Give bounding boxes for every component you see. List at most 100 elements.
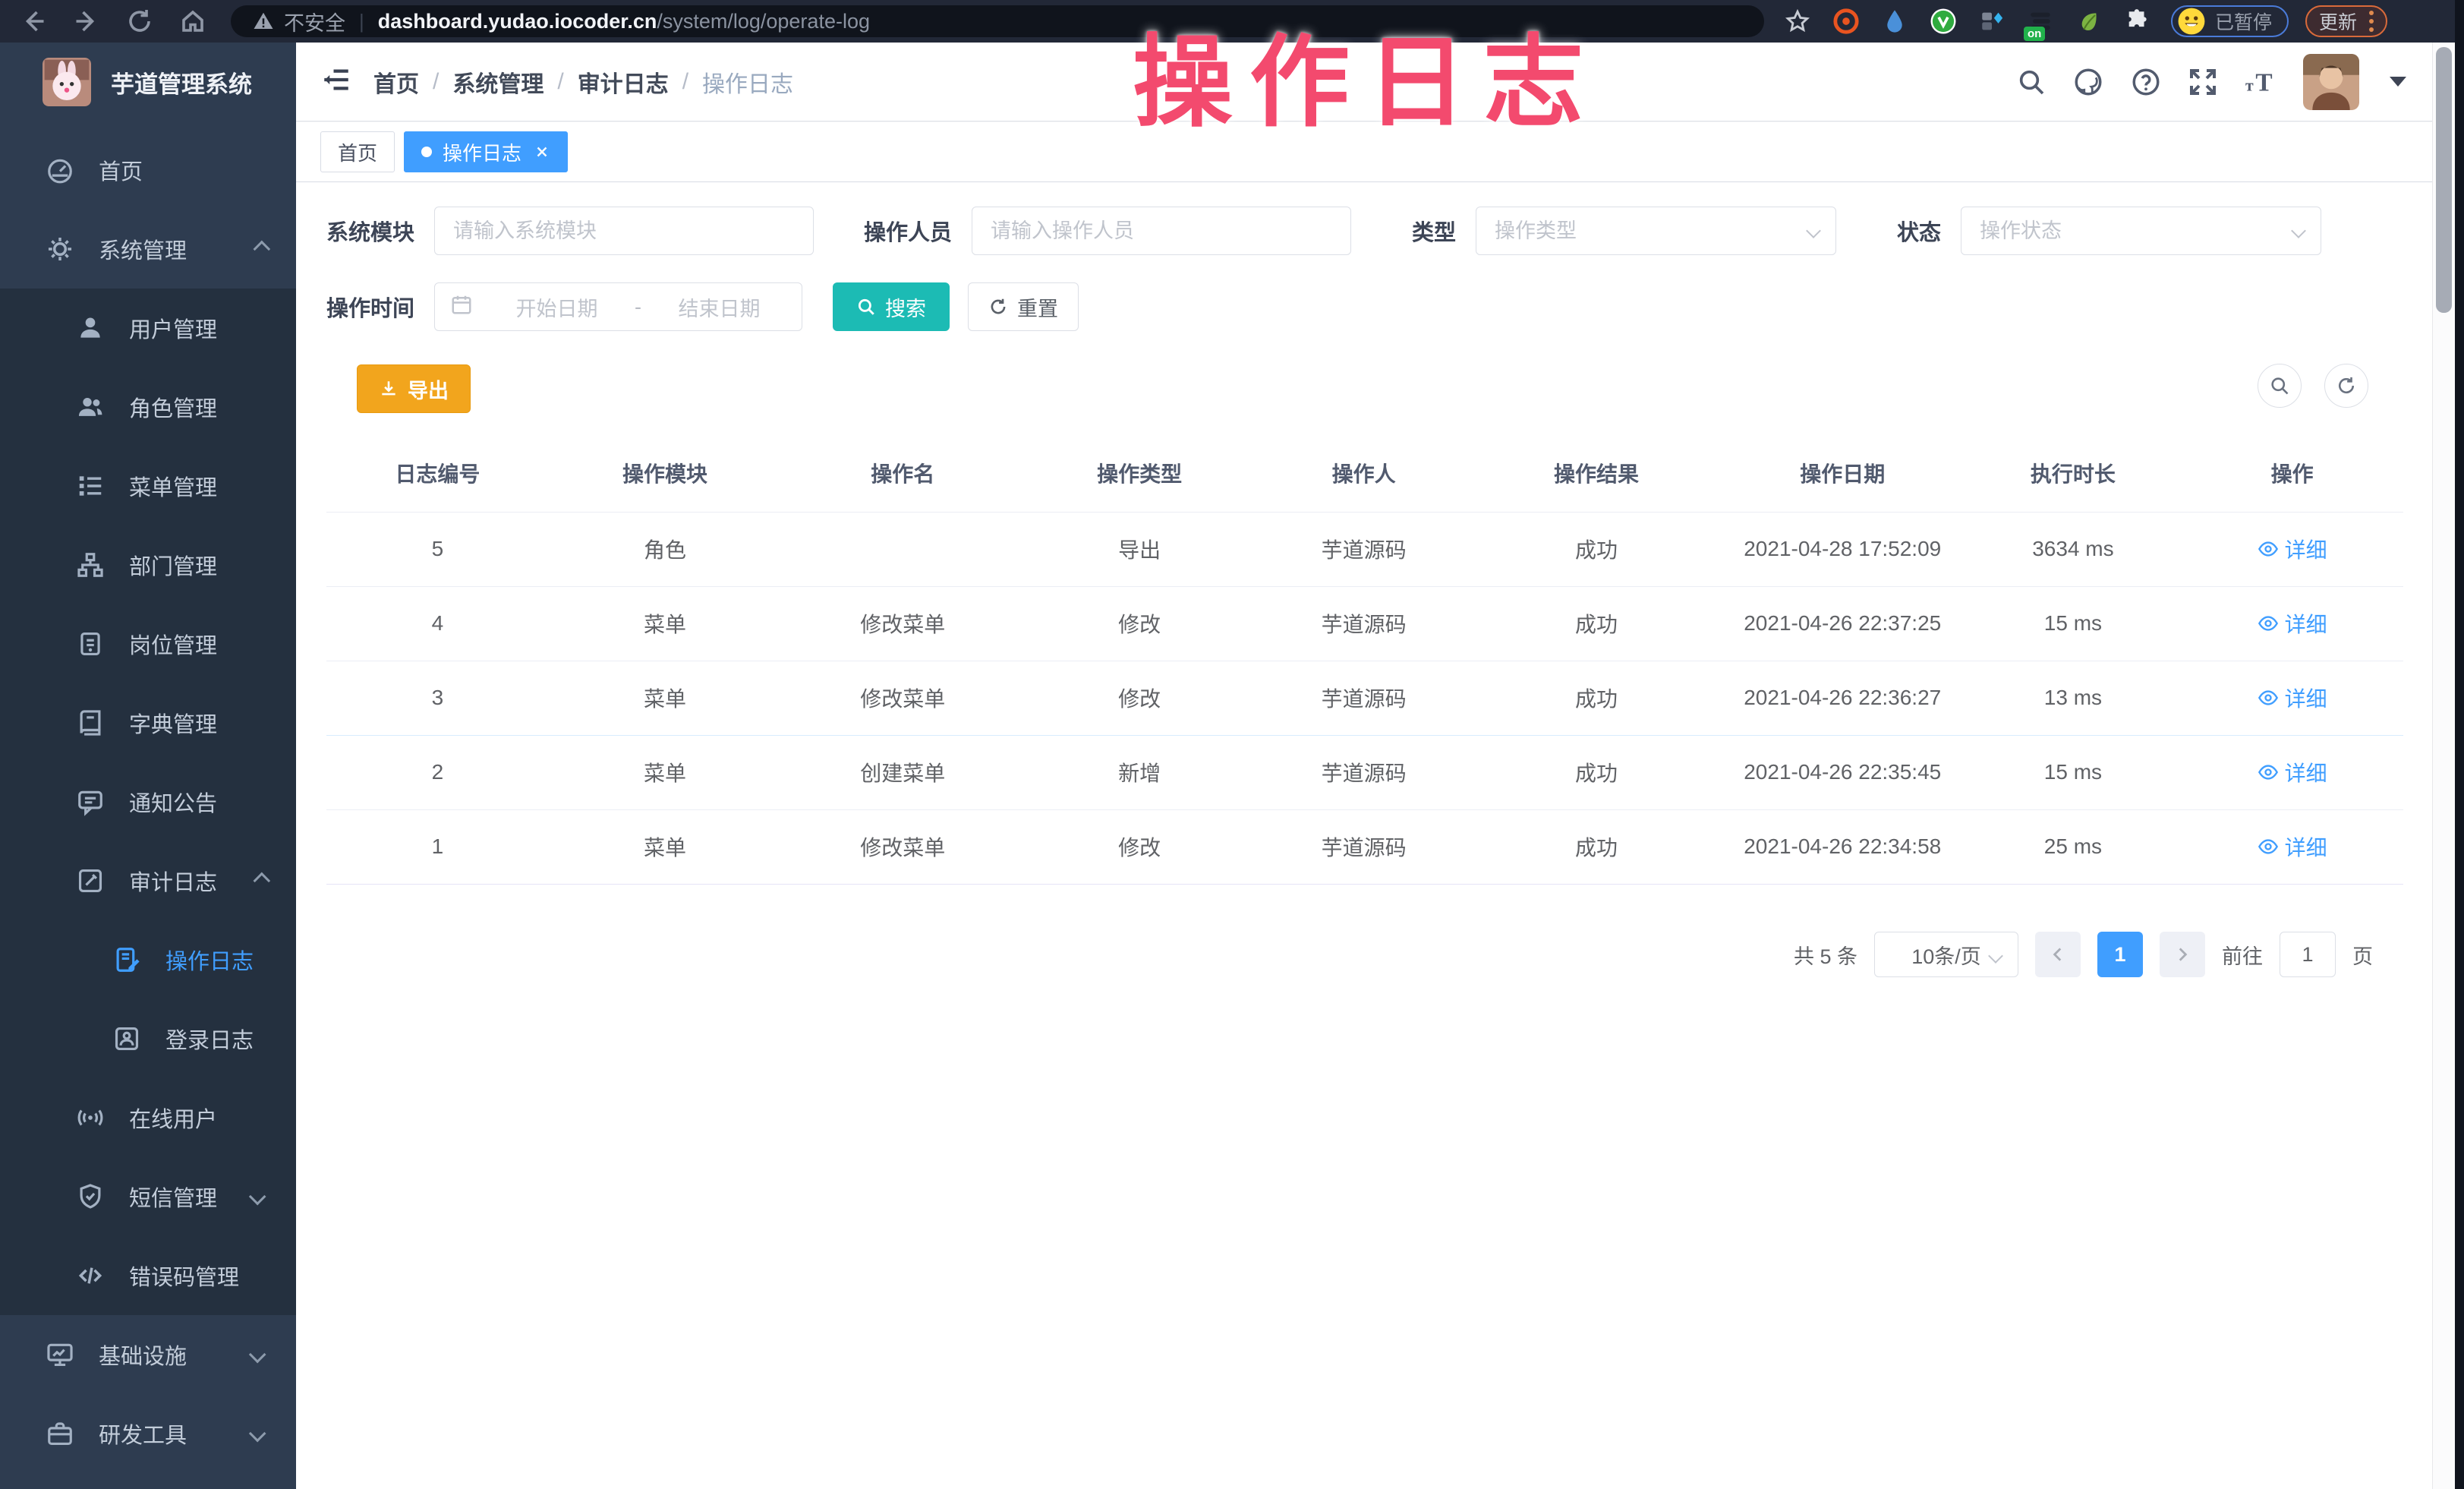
breadcrumb-home[interactable]: 首页 xyxy=(373,65,419,99)
tab-close-icon[interactable] xyxy=(534,144,550,160)
avatar-dropdown-caret-icon[interactable] xyxy=(2390,77,2406,87)
browser-back-icon[interactable] xyxy=(20,8,47,35)
detail-link[interactable]: 详细 xyxy=(2258,757,2327,787)
extensions-puzzle-icon[interactable] xyxy=(2124,8,2151,35)
bookmark-star-icon[interactable] xyxy=(1784,8,1811,35)
table-row: 3 菜单 修改菜单 修改 芋道源码 成功 2021-04-26 22:36:27… xyxy=(326,661,2403,735)
browser-forward-icon[interactable] xyxy=(73,8,100,35)
tab-operate-log[interactable]: 操作日志 xyxy=(404,131,568,172)
table-row: 4 菜单 修改菜单 修改 芋道源码 成功 2021-04-26 22:37:25… xyxy=(326,586,2403,661)
sidebar-item-user-mgmt[interactable]: 用户管理 xyxy=(0,289,296,368)
window-edge xyxy=(2455,0,2464,1489)
github-icon[interactable] xyxy=(2072,66,2104,98)
reset-button[interactable]: 重置 xyxy=(968,282,1079,331)
shield-icon xyxy=(76,1182,105,1211)
sidebar-item-operate-log[interactable]: 操作日志 xyxy=(0,920,296,999)
end-date-placeholder[interactable]: 结束日期 xyxy=(652,292,786,322)
scrollbar-track[interactable] xyxy=(2432,43,2455,1489)
sidebar-item-dev-tools[interactable]: 研发工具 xyxy=(0,1394,296,1473)
browser-reload-icon[interactable] xyxy=(126,8,153,35)
extension-proxy-icon[interactable]: on xyxy=(2027,8,2054,35)
browser-profile-button[interactable]: 已暂停 xyxy=(2171,5,2289,37)
search-icon xyxy=(2269,375,2290,396)
breadcrumb-system-mgmt[interactable]: 系统管理 xyxy=(452,65,544,99)
fullscreen-icon[interactable] xyxy=(2188,67,2218,97)
sidebar-item-post-mgmt[interactable]: 岗位管理 xyxy=(0,604,296,683)
sidebar-item-audit-log[interactable]: 审计日志 xyxy=(0,841,296,920)
chevron-right-icon xyxy=(2173,945,2192,964)
col-date: 操作日期 xyxy=(1720,434,1965,512)
operate-log-table: 日志编号 操作模块 操作名 操作类型 操作人 操作结果 操作日期 执行时长 操作… xyxy=(326,434,2403,885)
login-log-icon xyxy=(112,1024,141,1053)
scrollbar-thumb[interactable] xyxy=(2436,47,2452,313)
table-header-row: 日志编号 操作模块 操作名 操作类型 操作人 操作结果 操作日期 执行时长 操作 xyxy=(326,434,2403,512)
browser-menu-kebab-icon[interactable] xyxy=(2369,11,2374,32)
breadcrumb-audit-log[interactable]: 审计日志 xyxy=(578,65,669,99)
refresh-table-button[interactable] xyxy=(2324,364,2368,408)
extension-stack-icon[interactable] xyxy=(1978,8,2006,35)
status-select-input[interactable] xyxy=(1961,207,2321,254)
address-bar[interactable]: 不安全 | dashboard.yudao.iocoder.cn /system… xyxy=(231,5,1764,37)
sidebar-item-role-mgmt[interactable]: 角色管理 xyxy=(0,368,296,446)
prev-page-button[interactable] xyxy=(2035,932,2081,977)
export-button[interactable]: 导出 xyxy=(357,364,471,413)
date-range-picker[interactable]: 开始日期 - 结束日期 xyxy=(434,282,802,331)
date-range-separator: - xyxy=(630,295,646,319)
module-input[interactable] xyxy=(435,207,813,254)
sidebar-item-infrastructure[interactable]: 基础设施 xyxy=(0,1315,296,1394)
font-size-icon[interactable]: тT xyxy=(2244,67,2277,97)
table-row: 2 菜单 创建菜单 新增 芋道源码 成功 2021-04-26 22:35:45… xyxy=(326,735,2403,809)
total-count: 共 5 条 xyxy=(1794,940,1857,970)
sidebar-item-dict-mgmt[interactable]: 字典管理 xyxy=(0,683,296,762)
sidebar-item-notice-mgmt[interactable]: 通知公告 xyxy=(0,762,296,841)
sidebar-item-login-log[interactable]: 登录日志 xyxy=(0,999,296,1078)
help-icon[interactable] xyxy=(2130,66,2162,98)
detail-link[interactable]: 详细 xyxy=(2258,683,2327,713)
sidebar-item-home[interactable]: 首页 xyxy=(0,131,296,210)
detail-link[interactable]: 详细 xyxy=(2258,608,2327,639)
dashboard-icon xyxy=(46,156,74,185)
sidebar-item-system-mgmt[interactable]: 系统管理 xyxy=(0,210,296,289)
extension-v-icon[interactable] xyxy=(1930,8,1957,35)
app-logo[interactable]: 芋道管理系统 xyxy=(0,43,296,121)
browser-home-icon[interactable] xyxy=(179,8,206,35)
next-page-button[interactable] xyxy=(2160,932,2205,977)
detail-link[interactable]: 详细 xyxy=(2258,534,2327,564)
sidebar-item-errcode-mgmt[interactable]: 错误码管理 xyxy=(0,1236,296,1315)
user-avatar[interactable] xyxy=(2303,54,2359,110)
eye-icon xyxy=(2258,613,2279,634)
extension-drop-icon[interactable] xyxy=(1881,8,1908,35)
toggle-search-button[interactable] xyxy=(2258,364,2302,408)
goto-label: 前往 xyxy=(2222,940,2263,970)
url-host: dashboard.yudao.iocoder.cn xyxy=(378,10,657,33)
user-icon xyxy=(76,314,105,342)
goto-page-input[interactable] xyxy=(2280,932,2336,977)
browser-update-button[interactable]: 更新 xyxy=(2305,5,2387,37)
extension-ubuntu-icon[interactable] xyxy=(1832,8,1860,35)
chevron-left-icon xyxy=(2048,945,2068,964)
url-divider: | xyxy=(359,10,364,33)
monitor-icon xyxy=(46,1340,74,1369)
col-operator: 操作人 xyxy=(1255,434,1473,512)
detail-link[interactable]: 详细 xyxy=(2258,831,2327,862)
start-date-placeholder[interactable]: 开始日期 xyxy=(490,292,624,322)
search-button[interactable]: 搜索 xyxy=(833,282,950,331)
page-number-1[interactable]: 1 xyxy=(2097,932,2143,977)
search-icon[interactable] xyxy=(2016,67,2047,97)
status-label: 状态 xyxy=(1897,215,1941,247)
sidebar-item-sms-mgmt[interactable]: 短信管理 xyxy=(0,1157,296,1236)
sidebar-collapse-icon[interactable] xyxy=(320,64,352,99)
tab-home[interactable]: 首页 xyxy=(320,131,395,172)
calendar-icon xyxy=(450,293,473,321)
top-navbar: 首页 / 系统管理 / 审计日志 / 操作日志 тT xyxy=(296,43,2434,121)
operator-input[interactable] xyxy=(972,207,1350,254)
sidebar-item-online-users[interactable]: 在线用户 xyxy=(0,1078,296,1157)
book-icon xyxy=(76,708,105,737)
sidebar-item-menu-mgmt[interactable]: 菜单管理 xyxy=(0,446,296,525)
extension-leaf-icon[interactable] xyxy=(2075,8,2103,35)
status-select[interactable] xyxy=(1961,207,2321,255)
type-select-input[interactable] xyxy=(1476,207,1835,254)
sidebar-item-dept-mgmt[interactable]: 部门管理 xyxy=(0,525,296,604)
page-size-select[interactable]: 10条/页 xyxy=(1874,932,2018,977)
type-select[interactable] xyxy=(1476,207,1836,255)
